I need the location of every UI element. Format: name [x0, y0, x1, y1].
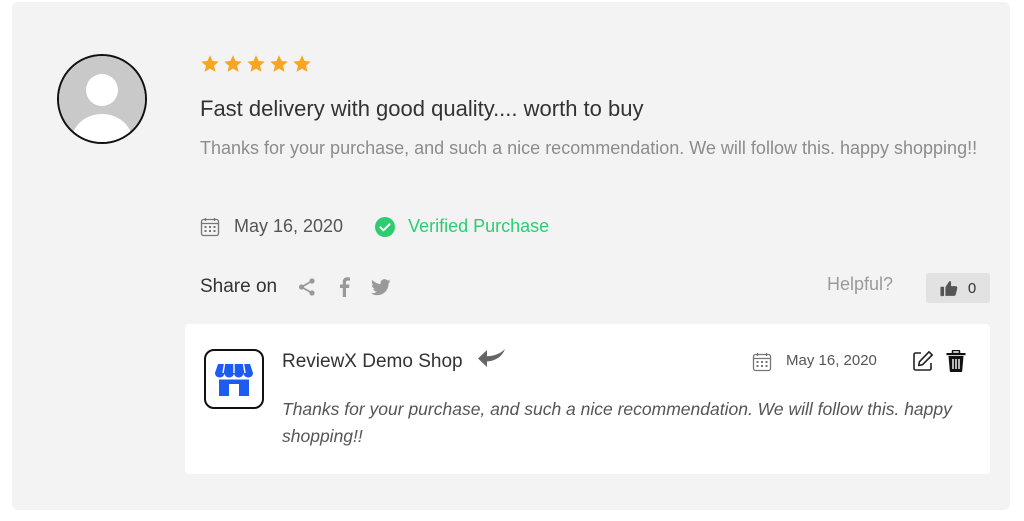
shop-name: ReviewX Demo Shop — [282, 351, 463, 372]
star-icon — [270, 55, 288, 72]
edit-icon[interactable] — [912, 350, 934, 372]
review-meta: May 16, 2020 Verified Purchase — [200, 216, 549, 237]
calendar-icon — [752, 353, 772, 372]
facebook-icon[interactable] — [334, 277, 354, 297]
rating-stars — [200, 54, 312, 74]
review-date: May 16, 2020 — [234, 216, 344, 236]
share-row: Share on — [200, 276, 391, 298]
calendar-icon — [200, 217, 220, 236]
twitter-icon[interactable] — [371, 277, 391, 297]
verified-badge: Verified Purchase — [375, 216, 549, 237]
reply-text: Thanks for your purchase, and such a nic… — [282, 399, 952, 446]
review-title: Fast delivery with good quality.... wort… — [200, 96, 644, 121]
shop-logo — [204, 349, 264, 409]
helpful-label: Helpful? — [826, 274, 893, 294]
star-icon — [224, 55, 242, 72]
reviewer-avatar — [57, 54, 147, 144]
helpful-count: 0 — [967, 279, 977, 297]
trash-icon[interactable] — [946, 350, 966, 372]
thumbs-up-icon — [940, 280, 958, 296]
share-icon[interactable] — [297, 277, 317, 297]
store-icon — [215, 363, 253, 396]
star-icon — [293, 55, 311, 72]
helpful-vote-button[interactable]: 0 — [926, 273, 990, 303]
reply-date: May 16, 2020 — [786, 352, 877, 369]
star-icon — [201, 55, 219, 72]
share-icons — [297, 277, 391, 297]
review-text: Thanks for your purchase, and such a nic… — [200, 138, 978, 158]
share-label: Share on — [200, 276, 278, 297]
reply-arrow-icon — [478, 349, 505, 367]
star-icon — [247, 55, 265, 72]
check-circle-icon — [375, 216, 396, 237]
verified-label: Verified Purchase — [408, 216, 550, 236]
shop-reply: ReviewX Demo Shop May 16, 2020 Thanks fo… — [185, 324, 990, 474]
